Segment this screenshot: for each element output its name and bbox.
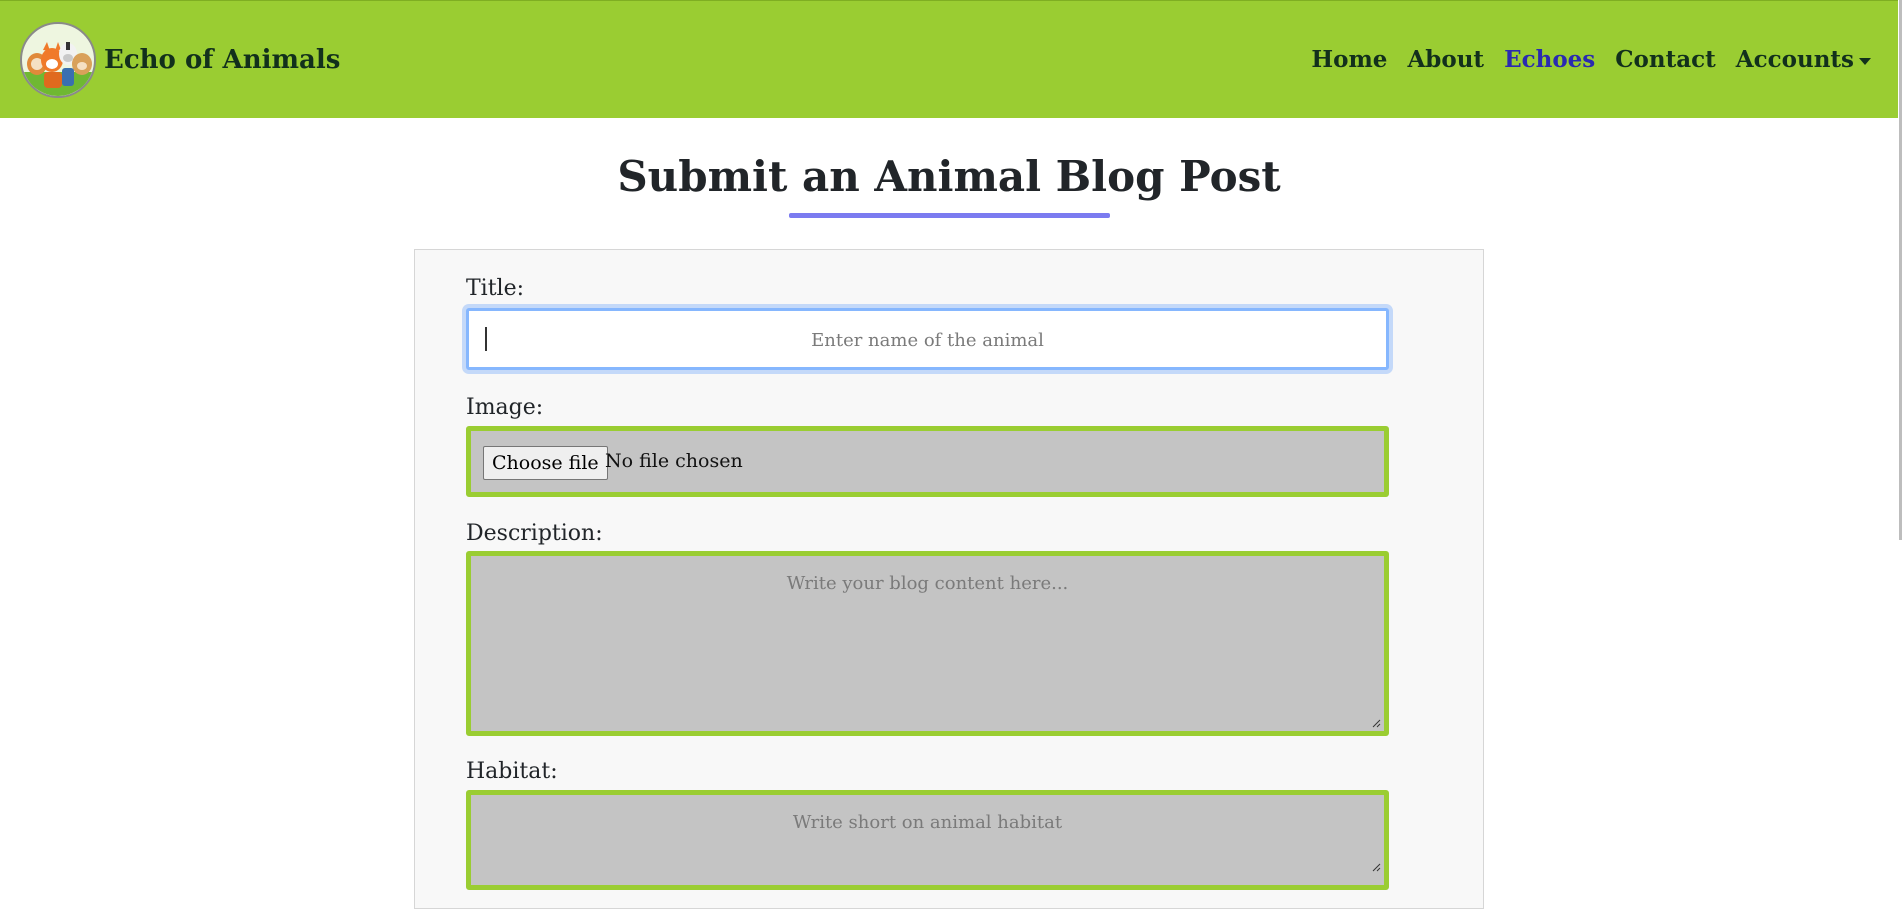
image-label: Image:	[466, 395, 544, 420]
nav-link-echoes[interactable]: Echoes	[1504, 46, 1595, 73]
main-nav: Home About Echoes Contact Accounts	[1311, 46, 1871, 73]
title-label: Title:	[466, 276, 525, 301]
image-file-input[interactable]: Choose file No file chosen	[466, 426, 1389, 497]
brand-name: Echo of Animals	[104, 44, 341, 75]
page-title: Submit an Animal Blog Post	[617, 152, 1281, 201]
habitat-textarea[interactable]: Write short on animal habitat	[466, 790, 1389, 890]
nav-link-contact[interactable]: Contact	[1615, 46, 1716, 73]
description-textarea[interactable]: Write your blog content here...	[466, 551, 1389, 736]
navbar: Echo of Animals Home About Echoes Contac…	[0, 0, 1898, 118]
description-label: Description:	[466, 521, 603, 546]
resize-handle-icon[interactable]	[1372, 719, 1381, 728]
habitat-label: Habitat:	[466, 759, 558, 784]
title-input[interactable]: Enter name of the animal	[466, 308, 1389, 370]
file-status: No file chosen	[605, 450, 743, 472]
animal-group-logo-icon	[20, 21, 96, 98]
caret-down-icon	[1859, 57, 1871, 65]
nav-link-home[interactable]: Home	[1311, 46, 1387, 73]
accounts-label: Accounts	[1735, 46, 1854, 73]
nav-link-about[interactable]: About	[1407, 46, 1484, 73]
title-placeholder: Enter name of the animal	[811, 330, 1044, 351]
description-placeholder: Write your blog content here...	[786, 573, 1069, 594]
brand[interactable]: Echo of Animals	[20, 21, 341, 98]
choose-file-button[interactable]: Choose file	[483, 446, 608, 480]
title-underline	[789, 213, 1110, 218]
nav-dropdown-accounts[interactable]: Accounts	[1736, 46, 1871, 73]
habitat-placeholder: Write short on animal habitat	[792, 812, 1063, 833]
resize-handle-icon[interactable]	[1372, 863, 1381, 872]
